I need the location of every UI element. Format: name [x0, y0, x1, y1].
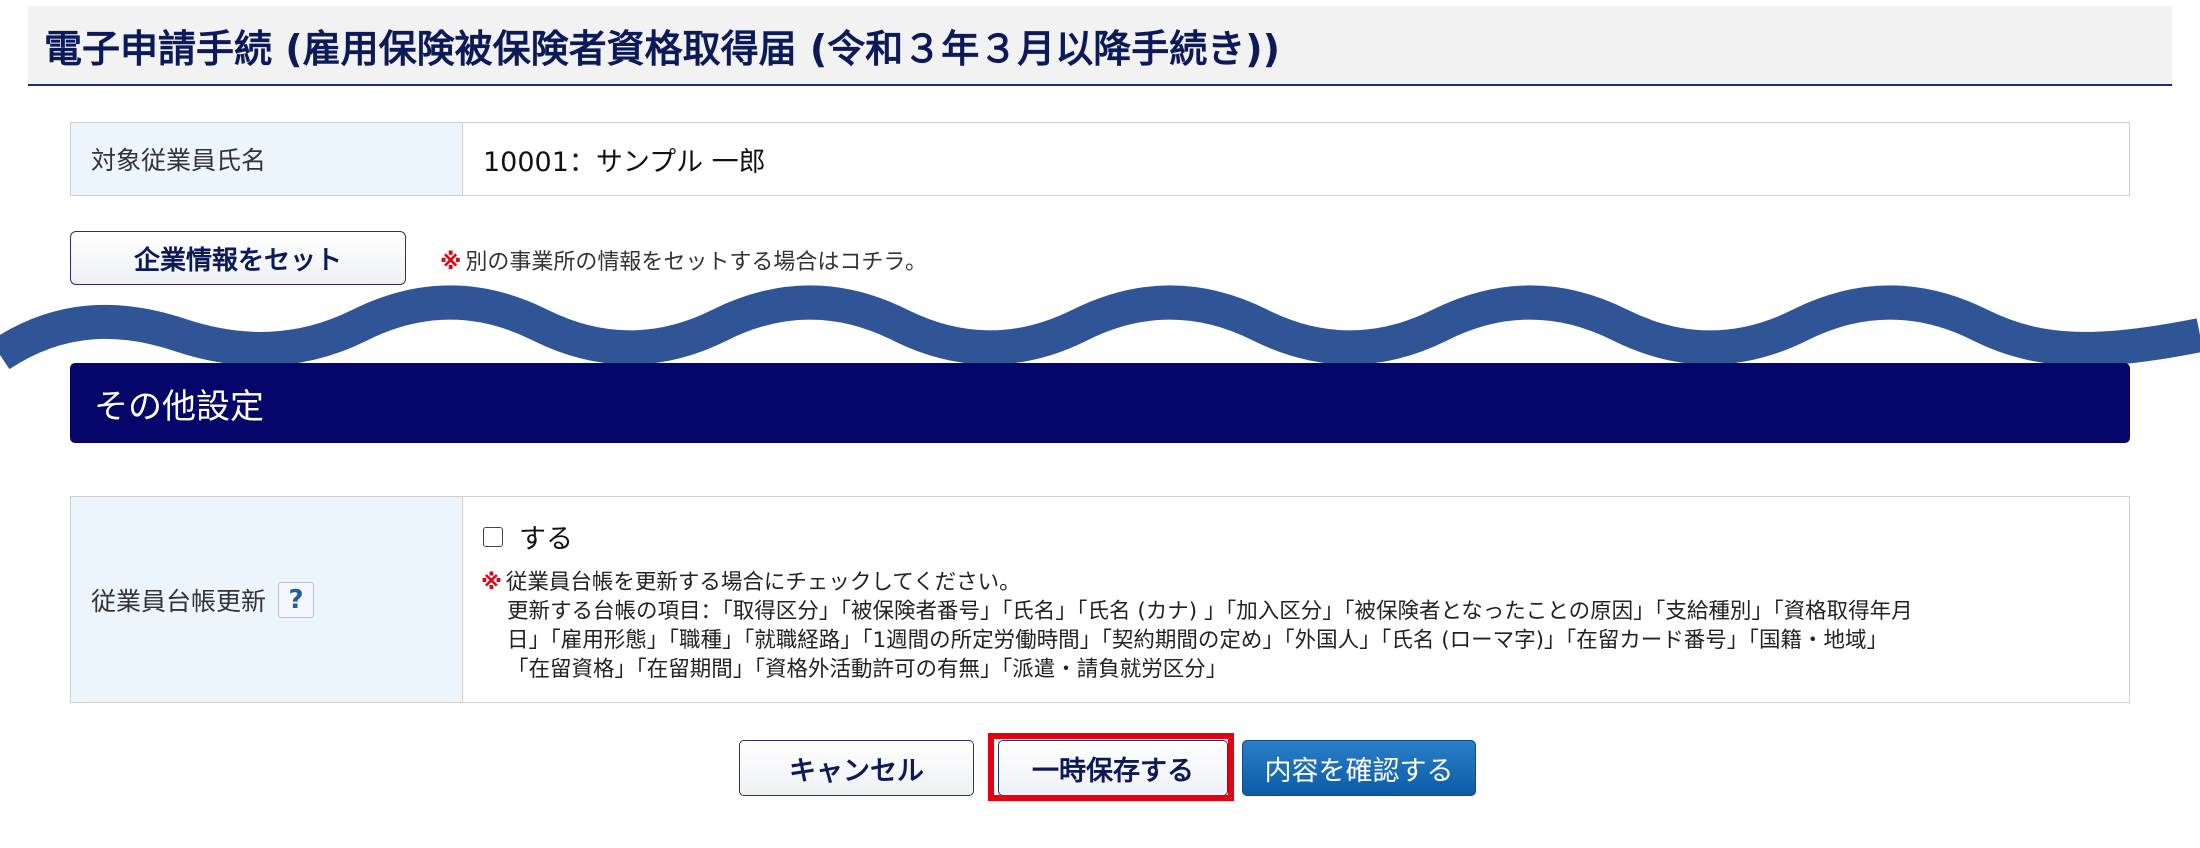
ledger-update-cell: する ※ 従業員台帳を更新する場合にチェックしてください。 更新する台帳の項目：「…: [463, 497, 2129, 702]
ledger-update-label: 従業員台帳更新: [91, 586, 267, 616]
ledger-note-line3: 日」「雇用形態」「職種」「就職経路」「1週間の所定労働時間」「契約期間の定め」「…: [507, 628, 1889, 653]
employee-name-label: 対象従業員氏名: [71, 123, 463, 195]
page-title: 電子申請手続 (雇用保険被保険者資格取得届 (令和３年３月以降手続き)): [44, 27, 1280, 71]
confirm-button[interactable]: 内容を確認する: [1242, 740, 1476, 796]
ledger-update-checkbox-label[interactable]: する: [519, 517, 573, 556]
set-company-info-button[interactable]: 企業情報をセット: [70, 231, 406, 285]
ledger-note-line2: 更新する台帳の項目：「取得区分」「被保険者番号」「氏名」「氏名 (カナ) 」「加…: [507, 599, 1913, 624]
employee-name-value: 10001：サンプル 一郎: [483, 146, 766, 178]
ledger-update-note: ※ 従業員台帳を更新する場合にチェックしてください。 更新する台帳の項目：「取得区…: [481, 568, 2111, 684]
employee-name-row: 対象従業員氏名 10001：サンプル 一郎: [70, 122, 2130, 196]
ledger-update-checkbox[interactable]: [483, 526, 503, 547]
company-info-note-text: 別の事業所の情報をセットする場合はコチラ。: [465, 250, 927, 275]
help-icon[interactable]: ?: [278, 581, 315, 618]
section-header: その他設定: [70, 363, 2130, 443]
page-header: 電子申請手続 (雇用保険被保険者資格取得届 (令和３年３月以降手続き)): [28, 6, 2172, 86]
save-draft-highlight: [988, 733, 1234, 801]
note-mark: ※: [481, 570, 502, 595]
ledger-note-line1: 従業員台帳を更新する場合にチェックしてください。: [505, 570, 1021, 595]
ledger-note-line4: 「在留資格」「在留期間」「資格外活動許可の有無」「派遣・請負就労区分」: [507, 657, 1228, 682]
cancel-button[interactable]: キャンセル: [739, 740, 974, 796]
ledger-update-checkbox-row[interactable]: する: [481, 517, 2111, 556]
ledger-update-header: 従業員台帳更新 ?: [71, 497, 463, 702]
note-mark: ※: [440, 250, 462, 275]
company-info-note: ※ 別の事業所の情報をセットする場合はコチラ。: [440, 244, 927, 276]
ledger-update-row: 従業員台帳更新 ? する ※ 従業員台帳を更新する場合にチェックしてください。 更…: [70, 496, 2130, 703]
section-title: その他設定: [94, 387, 264, 427]
